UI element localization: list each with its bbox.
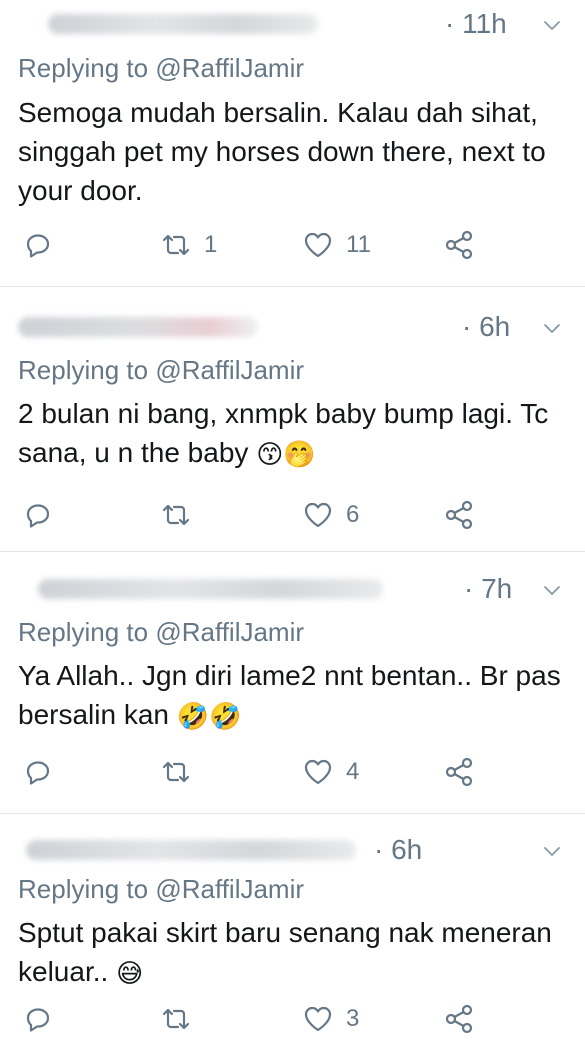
share-button[interactable] — [443, 999, 475, 1039]
action-bar: 3 — [0, 999, 585, 1039]
tweet-text: Sptut pakai skirt baru senang nak menera… — [18, 917, 552, 989]
reply-icon — [22, 229, 54, 261]
reply-button[interactable] — [22, 225, 54, 265]
timestamp[interactable]: · 7h — [464, 571, 512, 607]
emoji-group: 😅 — [116, 958, 144, 989]
retweet-button[interactable] — [160, 752, 204, 792]
emoji-group: 😙🤭 — [256, 439, 316, 470]
tweet-text: Ya Allah.. Jgn diri lame2 nnt bentan.. B… — [18, 660, 561, 732]
heart-icon — [302, 229, 334, 261]
chevron-down-icon[interactable] — [543, 842, 561, 860]
share-icon — [443, 756, 475, 788]
reply-handle-link[interactable]: @RaffilJamir — [155, 355, 304, 385]
like-button[interactable]: 11 — [302, 225, 371, 265]
reply-handle-link[interactable]: @RaffilJamir — [155, 53, 304, 83]
timestamp[interactable]: · 6h — [462, 309, 510, 345]
reply-icon — [22, 1003, 54, 1035]
retweet-count: 1 — [204, 231, 218, 258]
reply-button[interactable] — [22, 495, 54, 535]
share-icon — [443, 1003, 475, 1035]
blurred-username — [26, 840, 356, 860]
chevron-down-icon[interactable] — [543, 319, 561, 337]
tweet-text: 2 bulan ni bang, xnmpk baby bump lagi. T… — [18, 398, 549, 470]
like-count: 4 — [346, 758, 360, 785]
retweet-icon — [160, 1003, 192, 1035]
heart-icon — [302, 756, 334, 788]
replying-to-label: Replying to @RaffilJamir — [18, 617, 305, 647]
blurred-username — [38, 579, 383, 599]
tweet-reply[interactable]: · 11h Replying to @RaffilJamir Semoga mu… — [0, 0, 585, 287]
share-icon — [443, 229, 475, 261]
reply-handle-link[interactable]: @RaffilJamir — [155, 874, 304, 904]
tweet-reply[interactable]: · 7h Replying to @RaffilJamir Ya Allah..… — [0, 552, 585, 814]
retweet-button[interactable] — [160, 999, 204, 1039]
chevron-down-icon[interactable] — [543, 16, 561, 34]
share-button[interactable] — [443, 225, 475, 265]
like-count: 11 — [346, 231, 371, 258]
emoji-group: 🤣🤣 — [176, 701, 242, 732]
tweet-reply[interactable]: · 6h Replying to @RaffilJamir 2 bulan ni… — [0, 287, 585, 552]
like-button[interactable]: 6 — [302, 495, 359, 535]
action-bar: 6 — [0, 495, 585, 535]
replying-to-label: Replying to @RaffilJamir — [18, 874, 305, 904]
retweet-button[interactable]: 1 — [160, 225, 217, 265]
tweet-text: Semoga mudah bersalin. Kalau dah sihat, … — [18, 97, 546, 206]
heart-icon — [302, 499, 334, 531]
like-button[interactable]: 3 — [302, 999, 359, 1039]
like-button[interactable]: 4 — [302, 752, 359, 792]
tweet-reply[interactable]: · 6h Replying to @RaffilJamir Sptut paka… — [0, 814, 585, 1055]
action-bar: 4 — [0, 752, 585, 792]
replying-to-label: Replying to @RaffilJamir — [18, 53, 305, 83]
reply-icon — [22, 756, 54, 788]
blurred-username — [48, 14, 318, 34]
retweet-icon — [160, 499, 192, 531]
share-icon — [443, 499, 475, 531]
reply-button[interactable] — [22, 999, 54, 1039]
share-button[interactable] — [443, 752, 475, 792]
action-bar: 1 11 — [0, 225, 585, 265]
timestamp[interactable]: · 11h — [445, 6, 507, 42]
reply-icon — [22, 499, 54, 531]
share-button[interactable] — [443, 495, 475, 535]
retweet-icon — [160, 229, 192, 261]
replying-to-label: Replying to @RaffilJamir — [18, 355, 305, 385]
like-count: 3 — [346, 1005, 360, 1032]
retweet-button[interactable] — [160, 495, 204, 535]
timestamp[interactable]: · 6h — [374, 832, 422, 868]
heart-icon — [302, 1003, 334, 1035]
reply-handle-link[interactable]: @RaffilJamir — [155, 617, 304, 647]
retweet-icon — [160, 756, 192, 788]
reply-button[interactable] — [22, 752, 54, 792]
chevron-down-icon[interactable] — [543, 581, 561, 599]
like-count: 6 — [346, 501, 360, 528]
blurred-username — [18, 317, 258, 337]
